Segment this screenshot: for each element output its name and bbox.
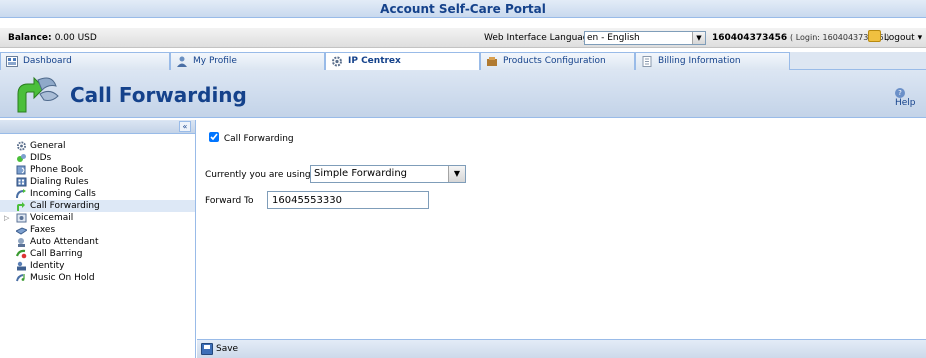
footer-toolbar: Save xyxy=(197,339,926,358)
sidebar-item-incoming-calls[interactable]: Incoming Calls xyxy=(0,188,195,200)
help-icon: ? xyxy=(895,88,905,98)
help-label: Help xyxy=(895,98,916,108)
gear-icon xyxy=(17,141,26,151)
logout-label: Logout xyxy=(883,33,915,43)
sidebar-item-call-forwarding[interactable]: Call Forwarding xyxy=(0,200,195,212)
tab-products-configuration[interactable]: Products Configuration xyxy=(480,52,635,70)
sidebar-item-label: Call Barring xyxy=(30,249,83,259)
fax-icon xyxy=(16,227,27,235)
identity-icon xyxy=(17,261,26,271)
tab-dashboard[interactable]: Dashboard xyxy=(0,52,170,70)
products-icon xyxy=(487,57,497,66)
document-icon xyxy=(642,56,652,67)
call-forwarding-icon xyxy=(17,76,59,113)
forwarding-mode-label: Currently you are using xyxy=(205,170,311,180)
call-forwarding-checkbox[interactable]: Call Forwarding xyxy=(209,132,294,144)
did-icon xyxy=(17,154,26,162)
user-icon xyxy=(177,56,187,67)
account-info: 160404373456 ( Login: 160404373456 ) xyxy=(712,28,889,48)
call-forwarding-icon xyxy=(17,202,25,211)
forwarding-mode-value: Simple Forwarding xyxy=(314,168,408,179)
main-content: Call Forwarding Currently you are using … xyxy=(197,120,926,340)
sidebar-item-label: Faxes xyxy=(30,225,56,235)
call-forwarding-checkbox-label: Call Forwarding xyxy=(223,134,294,144)
phone-book-icon xyxy=(16,165,26,175)
tab-my-profile[interactable]: My Profile xyxy=(170,52,325,70)
sidebar-nav: General DIDs Phone Book Dialing Rules In… xyxy=(0,140,195,284)
tab-billing-information[interactable]: Billing Information xyxy=(635,52,790,70)
forwarding-mode-select[interactable]: Simple Forwarding ▼ xyxy=(310,165,466,183)
sidebar-item-label: Call Forwarding xyxy=(30,201,100,211)
lock-icon xyxy=(868,30,881,42)
sidebar-item-phone-book[interactable]: Phone Book xyxy=(0,164,195,176)
auto-attendant-icon xyxy=(18,238,25,247)
save-button[interactable]: Save xyxy=(201,343,238,355)
sidebar-item-auto-attendant[interactable]: Auto Attendant xyxy=(0,236,195,248)
sidebar-item-label: Identity xyxy=(30,261,65,271)
page-title: Call Forwarding xyxy=(70,83,247,107)
language-value: en - English xyxy=(587,33,640,43)
dialing-rules-icon xyxy=(16,177,27,187)
sidebar-item-call-barring[interactable]: Call Barring xyxy=(0,248,195,260)
balance-value: 0.00 USD xyxy=(54,33,97,43)
sidebar-item-dids[interactable]: DIDs xyxy=(0,152,195,164)
call-forwarding-toggle[interactable] xyxy=(209,132,219,142)
sidebar-item-label: Dialing Rules xyxy=(30,177,89,187)
sidebar-item-label: Incoming Calls xyxy=(30,189,96,199)
tab-label: Dashboard xyxy=(23,56,72,66)
sidebar-item-label: General xyxy=(30,141,66,151)
tab-bar: Dashboard My Profile IP Centrex Products… xyxy=(0,52,926,71)
voicemail-icon xyxy=(16,213,27,223)
tab-label: IP Centrex xyxy=(348,56,401,66)
sidebar: « General DIDs Phone Book Dialing Rules … xyxy=(0,120,196,358)
forward-to-input[interactable] xyxy=(267,191,429,209)
app-title: Account Self-Care Portal xyxy=(0,0,926,18)
tab-ip-centrex[interactable]: IP Centrex xyxy=(325,52,480,71)
tab-label: Billing Information xyxy=(658,56,741,66)
sidebar-item-label: Music On Hold xyxy=(30,273,95,283)
chevron-down-icon[interactable]: ▼ xyxy=(692,32,705,44)
gear-icon xyxy=(332,56,342,67)
sidebar-item-dialing-rules[interactable]: Dialing Rules xyxy=(0,176,195,188)
page-header: Call Forwarding ? Help xyxy=(0,70,926,118)
status-bar: Balance: 0.00 USD Web Interface Language… xyxy=(0,28,926,48)
tab-label: Products Configuration xyxy=(503,56,606,66)
expand-arrow-icon[interactable]: ▷ xyxy=(4,212,9,224)
collapse-sidebar-button[interactable]: « xyxy=(179,121,191,132)
incoming-calls-icon xyxy=(16,189,26,199)
chevron-down-icon[interactable]: ▼ xyxy=(448,166,465,182)
sidebar-item-label: Voicemail xyxy=(30,213,74,223)
music-icon xyxy=(16,274,25,282)
dashboard-icon xyxy=(6,56,18,67)
help-button[interactable]: ? Help xyxy=(895,87,926,108)
sidebar-item-identity[interactable]: Identity xyxy=(0,260,195,272)
account-id: 160404373456 xyxy=(712,33,788,43)
sidebar-header: « xyxy=(0,120,195,134)
save-label: Save xyxy=(216,344,239,354)
save-icon xyxy=(201,343,213,355)
sidebar-item-voicemail[interactable]: ▷ Voicemail xyxy=(0,212,195,224)
sidebar-item-label: Phone Book xyxy=(30,165,84,175)
tab-label: My Profile xyxy=(193,56,237,66)
sidebar-item-music-on-hold[interactable]: Music On Hold xyxy=(0,272,195,284)
language-select[interactable]: en - English ▼ xyxy=(584,31,706,45)
balance-label: Balance: xyxy=(8,33,52,43)
language-label: Web Interface Language: xyxy=(484,33,598,43)
logout-button[interactable]: Logout ▾ xyxy=(868,28,922,48)
sidebar-item-label: Auto Attendant xyxy=(30,237,99,247)
call-barring-icon xyxy=(16,249,27,259)
forward-to-label: Forward To xyxy=(205,196,254,206)
balance: Balance: 0.00 USD xyxy=(8,28,97,48)
sidebar-item-general[interactable]: General xyxy=(0,140,195,152)
sidebar-item-label: DIDs xyxy=(30,153,52,163)
sidebar-item-faxes[interactable]: Faxes xyxy=(0,224,195,236)
